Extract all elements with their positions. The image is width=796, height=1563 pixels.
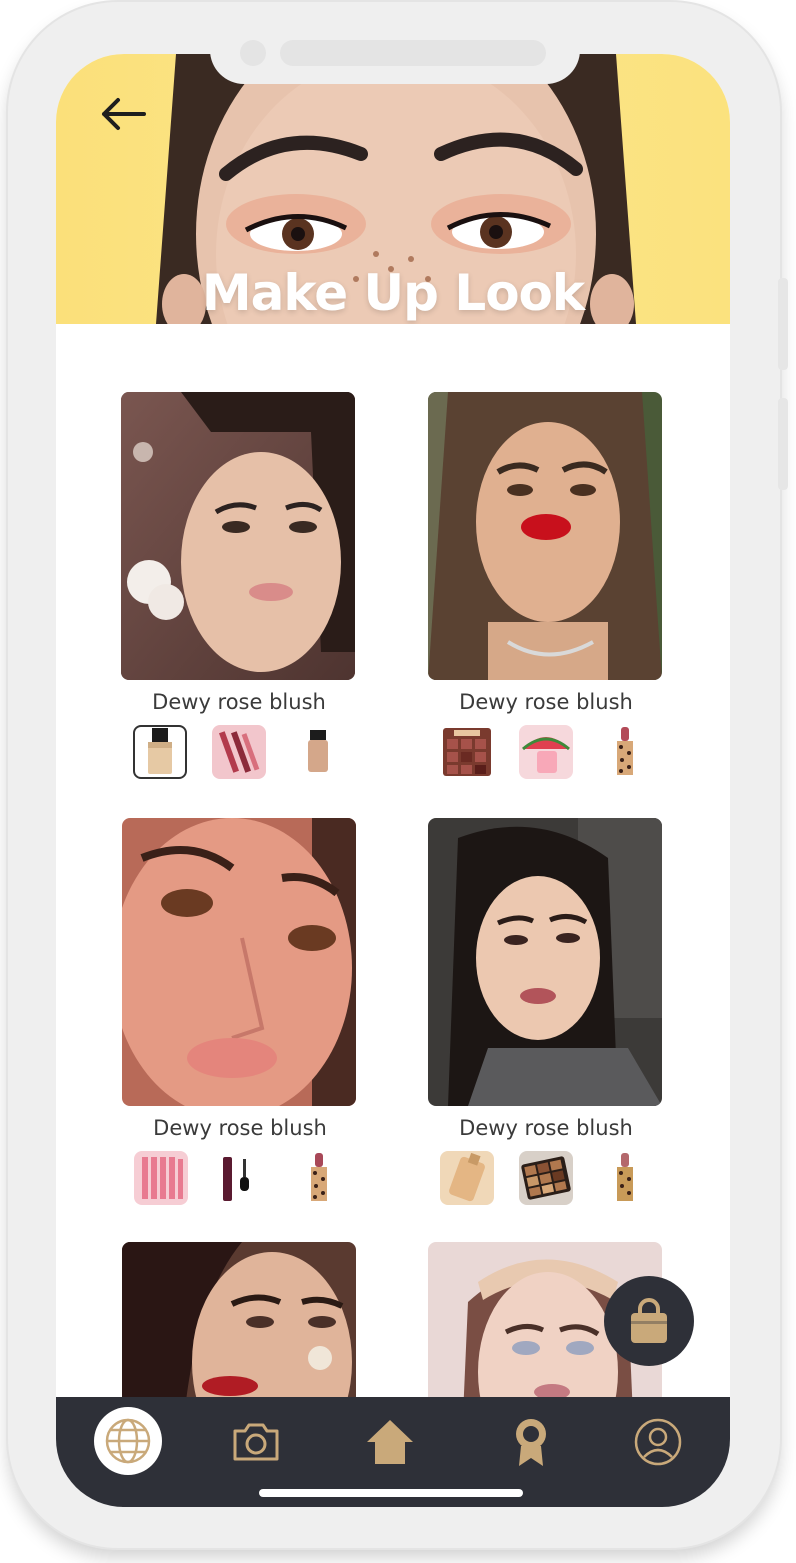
page-title: Make Up Look	[201, 264, 585, 322]
home-indicator[interactable]	[259, 1489, 523, 1497]
hero-banner: Make Up Look	[56, 54, 730, 324]
loose-pigment-thumb[interactable]	[291, 725, 345, 779]
look-name: Dewy rose blush	[153, 1116, 327, 1140]
nav-rewards[interactable]	[496, 1407, 566, 1477]
look-card[interactable]: Dewy rose blush	[428, 818, 664, 1206]
foundation-bottle-thumb[interactable]	[440, 1151, 495, 1205]
volume-down-button	[778, 398, 788, 490]
look-photo[interactable]	[428, 818, 662, 1106]
bottom-nav	[56, 1397, 730, 1507]
leopard-lipstick-thumb[interactable]	[292, 1151, 346, 1205]
nav-explore[interactable]	[94, 1407, 162, 1475]
look-photo[interactable]	[122, 818, 356, 1106]
nav-profile[interactable]	[623, 1407, 693, 1477]
look-photo[interactable]	[428, 392, 662, 680]
camera-icon	[233, 1423, 279, 1461]
watermelon-skincare-thumb[interactable]	[518, 725, 573, 779]
shopping-bag-button[interactable]	[604, 1276, 694, 1366]
back-arrow-icon[interactable]	[96, 94, 148, 134]
lip-gloss-set-thumb[interactable]	[134, 1151, 189, 1205]
leopard-lipstick-thumb[interactable]	[598, 725, 652, 779]
device-notch	[210, 40, 580, 84]
look-photo[interactable]	[121, 392, 355, 680]
look-card[interactable]: Dewy rose blush	[122, 818, 358, 1206]
product-list	[121, 724, 357, 780]
user-icon	[634, 1418, 682, 1466]
bronze-eyeshadow-palette-thumb[interactable]	[518, 1151, 573, 1205]
product-list	[122, 1150, 358, 1206]
nav-camera[interactable]	[221, 1407, 291, 1477]
product-list	[428, 1150, 664, 1206]
award-icon	[516, 1419, 546, 1466]
foundation-bottle-thumb[interactable]	[133, 725, 188, 779]
look-name: Dewy rose blush	[459, 690, 633, 714]
gold-lipstick-thumb[interactable]	[598, 1151, 652, 1205]
look-card[interactable]: Dewy rose blush	[121, 392, 357, 780]
nude-eyeshadow-palette-thumb[interactable]	[440, 725, 494, 779]
nav-home[interactable]	[355, 1407, 425, 1477]
earpiece-speaker	[280, 40, 546, 66]
look-name: Dewy rose blush	[152, 690, 326, 714]
volume-up-button	[778, 278, 788, 370]
product-list	[428, 724, 664, 780]
front-camera	[240, 40, 266, 66]
shopping-bag-icon	[631, 1298, 667, 1343]
look-card[interactable]: Dewy rose blush	[428, 392, 664, 780]
mascara-thumb[interactable]	[213, 1151, 267, 1205]
home-icon	[367, 1420, 413, 1464]
globe-icon	[105, 1418, 151, 1464]
look-name: Dewy rose blush	[459, 1116, 633, 1140]
lipstick-set-thumb[interactable]	[211, 725, 266, 779]
app-screen: Make Up Look Dewy rose blush Dewy rose b…	[56, 54, 730, 1507]
